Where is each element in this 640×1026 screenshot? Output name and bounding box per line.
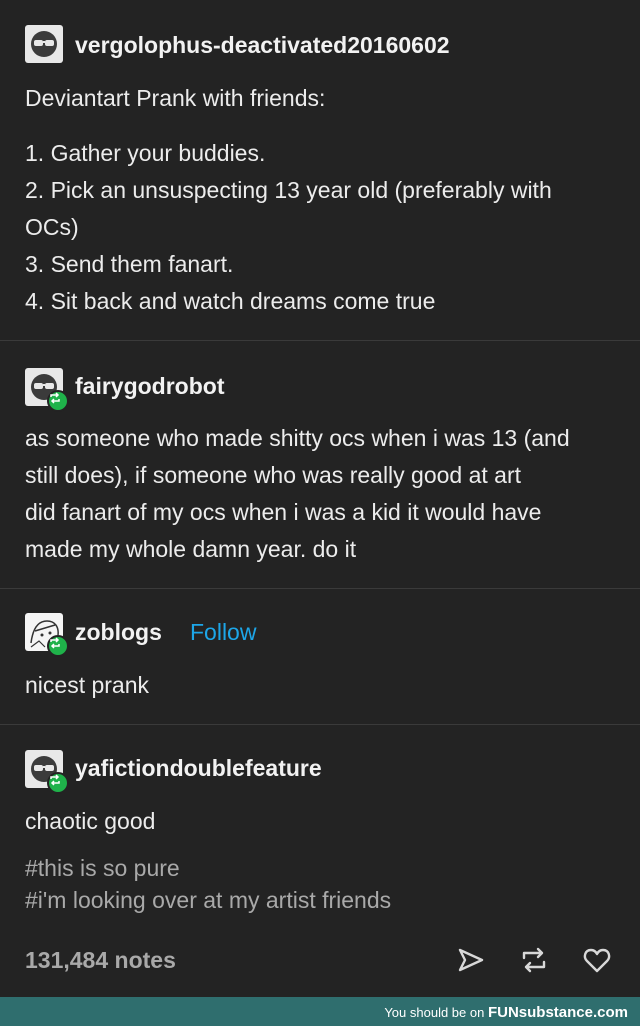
post-tag[interactable]: #i'm looking over at my artist friends [25,884,391,916]
post-username[interactable]: vergolophus-deactivated20160602 [75,31,450,59]
post-body: nicest prank [25,667,625,704]
reblog-icon[interactable] [519,945,549,975]
post-body: as someone who made shitty ocs when i wa… [25,420,625,568]
post-line: still does), if someone who was really g… [25,462,522,488]
watermark-brand: FUNsubstance.com [487,1004,628,1021]
post-username[interactable]: fairygodrobot [75,372,225,400]
heart-icon[interactable] [582,945,612,975]
avatar[interactable] [25,25,63,63]
post-line: Deviantart Prank with friends: [25,85,326,111]
reblog-badge-icon [47,772,69,794]
post-line: as someone who made shitty ocs when i wa… [25,425,570,451]
post-username[interactable]: yafictiondoublefeature [75,754,322,782]
avatar[interactable] [25,368,69,412]
watermark-prefix: You should be on [384,1005,488,1020]
post-line: 3. Send them fanart. [25,251,234,277]
divider [0,340,640,341]
post-line: 4. Sit back and watch dreams come true [25,288,436,314]
avatar[interactable] [25,750,69,794]
notes-count[interactable]: 131,484 notes [25,947,176,974]
watermark-banner: You should be on FUNsubstance.com [0,997,640,1026]
post-body: chaotic good [25,803,625,840]
divider [0,588,640,589]
post-line: chaotic good [25,808,156,834]
post-line: 1. Gather your buddies. [25,140,266,166]
post-line: nicest prank [25,672,150,698]
post-tag[interactable]: #this is so pure [25,852,180,884]
post-line: 2. Pick an unsuspecting 13 year old (pre… [25,177,552,203]
avatar[interactable] [25,613,69,657]
divider [0,724,640,725]
post-body: Deviantart Prank with friends: 1. Gather… [25,80,625,320]
reblog-badge-icon [47,390,69,412]
sunglasses-face-icon [31,31,57,57]
post-line: made my whole damn year. do it [25,536,357,562]
send-icon[interactable] [456,945,486,975]
follow-button[interactable]: Follow [190,618,256,646]
post-line: OCs) [25,214,79,240]
post-line: did fanart of my ocs when i was a kid it… [25,499,542,525]
reblog-badge-icon [47,635,69,657]
post-username[interactable]: zoblogs [75,618,162,646]
